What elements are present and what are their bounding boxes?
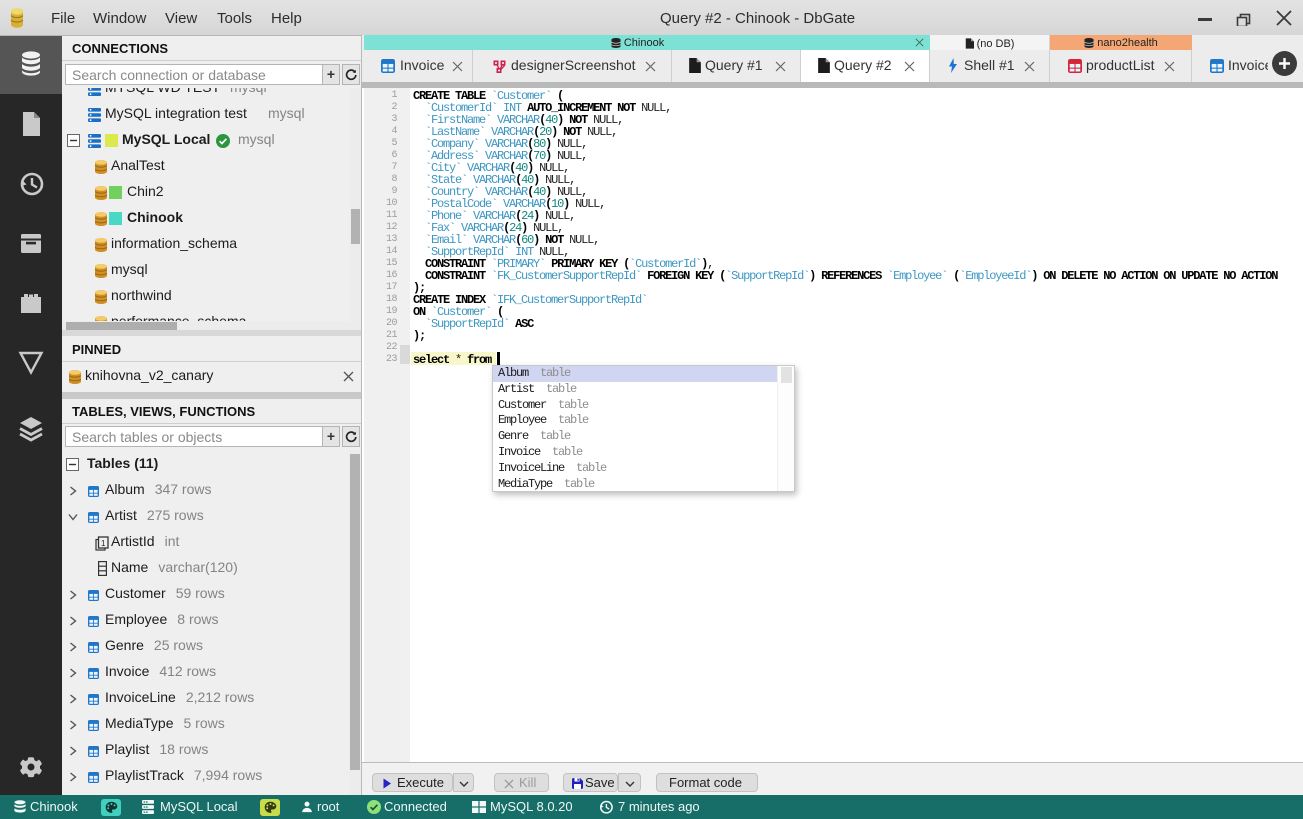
- svg-text:1: 1: [101, 539, 106, 548]
